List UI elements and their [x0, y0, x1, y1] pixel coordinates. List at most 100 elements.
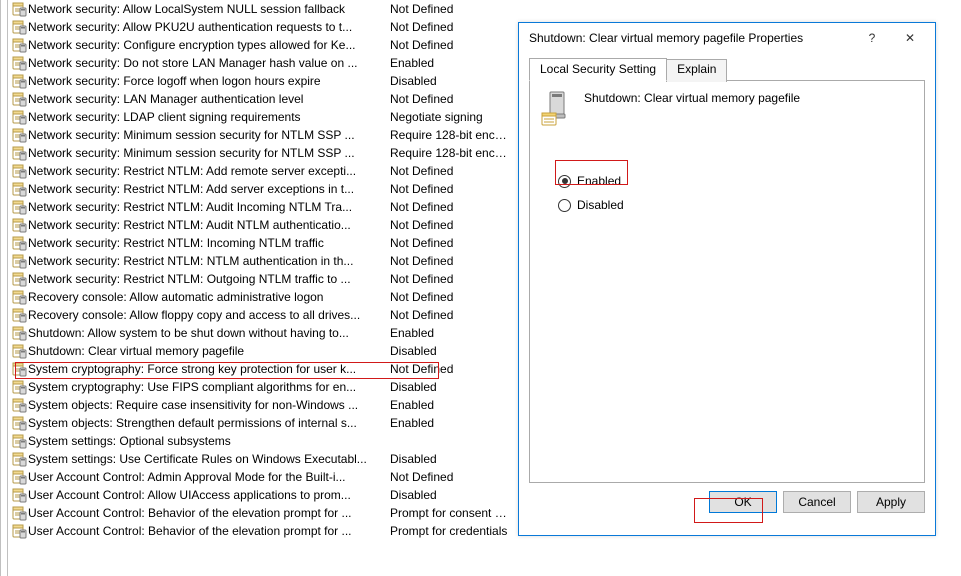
policy-row[interactable]: Network security: Minimum session securi…	[10, 126, 508, 144]
policy-value: Not Defined	[388, 180, 508, 198]
policy-row[interactable]: User Account Control: Behavior of the el…	[10, 504, 508, 522]
policy-row[interactable]: Network security: Restrict NTLM: Audit N…	[10, 216, 508, 234]
policy-value: Disabled	[388, 378, 508, 396]
policy-row[interactable]: Network security: Restrict NTLM: Audit I…	[10, 198, 508, 216]
policy-icon	[10, 73, 28, 89]
policy-name: System objects: Require case insensitivi…	[28, 396, 388, 414]
policy-row[interactable]: System objects: Require case insensitivi…	[10, 396, 508, 414]
policy-value: Enabled	[388, 396, 508, 414]
policy-icon	[10, 37, 28, 53]
policy-value: Not Defined	[388, 0, 508, 18]
policy-name: Network security: Restrict NTLM: Add ser…	[28, 180, 388, 198]
policy-row[interactable]: User Account Control: Admin Approval Mod…	[10, 468, 508, 486]
policy-icon	[10, 163, 28, 179]
policy-value: Require 128-bit encrypti...	[388, 126, 508, 144]
policy-row[interactable]: Network security: Restrict NTLM: Add ser…	[10, 180, 508, 198]
policy-row[interactable]: Network security: Restrict NTLM: NTLM au…	[10, 252, 508, 270]
policy-row[interactable]: Recovery console: Allow automatic admini…	[10, 288, 508, 306]
policy-row[interactable]: Network security: Force logoff when logo…	[10, 72, 508, 90]
policy-row[interactable]: Network security: Restrict NTLM: Add rem…	[10, 162, 508, 180]
radio-enabled[interactable]: Enabled	[558, 169, 914, 193]
policy-name: Recovery console: Allow automatic admini…	[28, 288, 388, 306]
policy-icon	[10, 343, 28, 359]
tab-explain[interactable]: Explain	[666, 59, 727, 82]
policy-name: Network security: Restrict NTLM: Outgoin…	[28, 270, 388, 288]
policy-value: Not Defined	[388, 288, 508, 306]
policy-value: Not Defined	[388, 216, 508, 234]
policy-row[interactable]: System cryptography: Force strong key pr…	[10, 360, 508, 378]
policy-icon	[10, 451, 28, 467]
policy-name: Network security: Allow LocalSystem NULL…	[28, 0, 388, 18]
policy-row[interactable]: System objects: Strengthen default permi…	[10, 414, 508, 432]
policy-name: Network security: Do not store LAN Manag…	[28, 54, 388, 72]
policy-name: Shutdown: Allow system to be shut down w…	[28, 324, 388, 342]
policy-name: Network security: Minimum session securi…	[28, 144, 388, 162]
policy-row[interactable]: Network security: Minimum session securi…	[10, 144, 508, 162]
policy-value: Not Defined	[388, 36, 508, 54]
policy-row[interactable]: Network security: Restrict NTLM: Outgoin…	[10, 270, 508, 288]
dialog-title-text: Shutdown: Clear virtual memory pagefile …	[529, 31, 853, 45]
policy-value: Not Defined	[388, 270, 508, 288]
policy-value: Not Defined	[388, 468, 508, 486]
policy-icon	[10, 361, 28, 377]
radio-disabled-label: Disabled	[577, 198, 624, 212]
policy-value: Disabled	[388, 72, 508, 90]
close-icon: ✕	[905, 31, 915, 45]
policy-row[interactable]: System settings: Optional subsystems	[10, 432, 508, 450]
policy-icon	[10, 19, 28, 35]
policy-value: Prompt for consent for ...	[388, 504, 508, 522]
close-button[interactable]: ✕	[891, 27, 929, 49]
cancel-button[interactable]: Cancel	[783, 491, 851, 513]
radio-enabled-label: Enabled	[577, 174, 621, 188]
properties-dialog: Shutdown: Clear virtual memory pagefile …	[518, 22, 936, 536]
policy-row[interactable]: Recovery console: Allow floppy copy and …	[10, 306, 508, 324]
policy-value: Not Defined	[388, 18, 508, 36]
policy-row[interactable]: System settings: Use Certificate Rules o…	[10, 450, 508, 468]
policy-name: User Account Control: Admin Approval Mod…	[28, 468, 388, 486]
policy-large-icon	[540, 91, 574, 127]
policy-row[interactable]: Network security: Restrict NTLM: Incomin…	[10, 234, 508, 252]
dialog-button-row: OK Cancel Apply	[519, 491, 935, 513]
policy-name: Network security: LAN Manager authentica…	[28, 90, 388, 108]
policy-icon	[10, 271, 28, 287]
policy-row[interactable]: Network security: Configure encryption t…	[10, 36, 508, 54]
help-button[interactable]: ?	[853, 27, 891, 49]
policy-value: Prompt for credentials	[388, 522, 508, 540]
policy-row[interactable]: Network security: LDAP client signing re…	[10, 108, 508, 126]
policy-value: Not Defined	[388, 306, 508, 324]
radio-disabled[interactable]: Disabled	[558, 193, 914, 217]
policy-value: Disabled	[388, 486, 508, 504]
ok-button[interactable]: OK	[709, 491, 777, 513]
policy-row[interactable]: Network security: LAN Manager authentica…	[10, 90, 508, 108]
policy-list[interactable]: Network security: Allow LocalSystem NULL…	[10, 0, 508, 576]
policy-row[interactable]: Shutdown: Allow system to be shut down w…	[10, 324, 508, 342]
policy-row[interactable]: Network security: Allow PKU2U authentica…	[10, 18, 508, 36]
policy-value: Enabled	[388, 414, 508, 432]
policy-name: System cryptography: Force strong key pr…	[28, 360, 388, 378]
policy-name: Network security: Configure encryption t…	[28, 36, 388, 54]
policy-row[interactable]: System cryptography: Use FIPS compliant …	[10, 378, 508, 396]
policy-icon	[10, 505, 28, 521]
policy-row[interactable]: User Account Control: Behavior of the el…	[10, 522, 508, 540]
policy-name: Network security: Restrict NTLM: Incomin…	[28, 234, 388, 252]
tab-local-security-setting[interactable]: Local Security Setting	[529, 58, 667, 81]
tab-strip: Local Security Setting Explain	[529, 57, 925, 81]
policy-icon	[10, 181, 28, 197]
policy-value: Negotiate signing	[388, 108, 508, 126]
policy-row[interactable]: Shutdown: Clear virtual memory pagefileD…	[10, 342, 508, 360]
policy-icon	[10, 145, 28, 161]
policy-value: Require 128-bit encrypti...	[388, 144, 508, 162]
apply-button[interactable]: Apply	[857, 491, 925, 513]
radio-disabled-indicator	[558, 199, 571, 212]
policy-name: Network security: Restrict NTLM: NTLM au…	[28, 252, 388, 270]
policy-value: Not Defined	[388, 162, 508, 180]
policy-icon	[10, 199, 28, 215]
policy-row[interactable]: User Account Control: Allow UIAccess app…	[10, 486, 508, 504]
policy-icon	[10, 127, 28, 143]
policy-row[interactable]: Network security: Allow LocalSystem NULL…	[10, 0, 508, 18]
policy-icon	[10, 469, 28, 485]
policy-value: Not Defined	[388, 252, 508, 270]
property-heading: Shutdown: Clear virtual memory pagefile	[584, 91, 800, 105]
policy-row[interactable]: Network security: Do not store LAN Manag…	[10, 54, 508, 72]
tab-body: Shutdown: Clear virtual memory pagefile …	[529, 81, 925, 483]
